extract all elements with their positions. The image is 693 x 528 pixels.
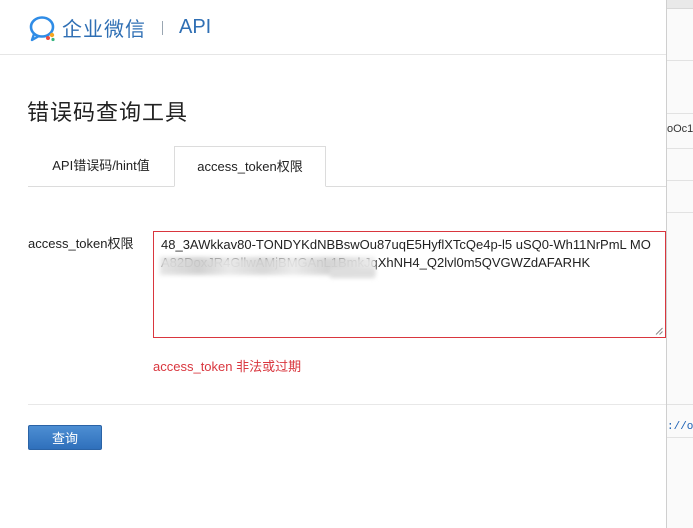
resize-handle-icon[interactable] [655,327,663,335]
error-message: access_token 非法或过期 [153,359,302,374]
side-panel: oOc1 ://o [666,0,693,528]
main-page: 企业微信 API 错误码查询工具 API错误码/hint值 access_tok… [0,0,666,528]
tab-bar: API错误码/hint值 access_token权限 [28,146,666,187]
side-link[interactable]: ://o [667,421,693,433]
header-divider [162,20,163,35]
wecom-logo-icon [29,15,55,41]
section-name[interactable]: API [179,16,211,39]
brand-name: 企业微信 [62,19,146,41]
side-divider [667,437,693,438]
side-divider [667,212,693,213]
tab-access-token[interactable]: access_token权限 [174,146,326,187]
header: 企业微信 API [0,0,666,55]
form-divider [28,404,666,405]
access-token-input[interactable]: 48_3AWkkav80-TONDYKdNBBswOu87uqE5HyflXTc… [153,231,666,338]
query-button[interactable]: 查询 [28,425,102,450]
access-token-label: access_token权限 [28,236,134,251]
side-panel-toolbar [667,0,693,9]
page-title: 错误码查询工具 [27,100,189,125]
side-divider [667,148,693,149]
logo[interactable]: 企业微信 API [28,13,211,42]
side-divider [667,60,693,61]
side-text: oOc1 [667,123,693,135]
side-divider [667,180,693,181]
side-divider [667,404,693,405]
side-divider [667,113,693,114]
tab-error-code[interactable]: API错误码/hint值 [28,146,174,186]
redaction-blur [330,268,375,278]
